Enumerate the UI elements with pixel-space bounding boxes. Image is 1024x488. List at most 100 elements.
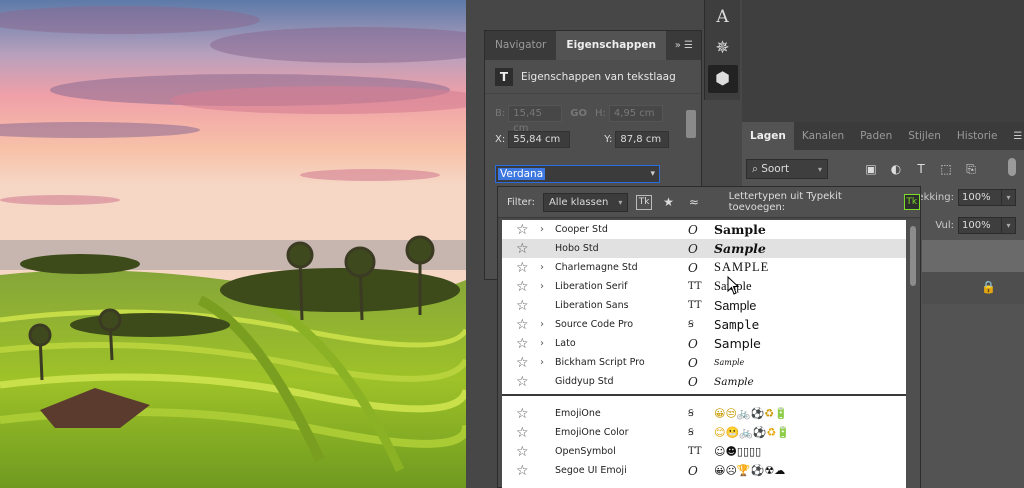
font-row[interactable]: ☆ › Liberation Serif TT Sample [502,277,906,296]
font-row[interactable]: ☆ › Lato O Sample [502,334,906,353]
font-row[interactable]: ☆ › Charlemagne Std O SAMPLE [502,258,906,277]
font-row[interactable]: ☆ › Cooper Std O Sample [502,220,906,239]
tab-channels[interactable]: Kanalen [794,122,852,150]
similar-fonts-icon[interactable]: ≈ [685,194,702,211]
filter-label: Filter: [507,196,535,208]
font-row[interactable]: ☆ EmojiOne Ꞩ 😀😒🚲⚽♻🔋 [502,404,906,423]
font-list: ☆ › Cooper Std O Sample ☆ Hobo Std O Sam… [502,220,906,488]
size-row: B: 15,45 cm GO H: 4,95 cm [495,105,663,134]
font-list-scrollbar[interactable] [906,220,920,488]
layers-tabbar: Lagen Kanalen Paden Stijlen Historie ☰ [742,122,1024,150]
font-row[interactable]: ☆ Segoe UI Emoji O 😀☹🏆⚽☢☁ [502,461,906,480]
star-icon[interactable]: ☆ [516,374,529,390]
shape-filter-icon[interactable]: ⬚ [935,162,957,176]
expand-arrow-icon[interactable]: › [540,357,544,368]
font-row[interactable]: ☆ Liberation Sans TT Sample [502,296,906,315]
font-filter-bar: Filter: Alle klassen ▾ Tk ★ ≈ Lettertype… [498,187,921,218]
text-path-glyph: A [716,7,729,27]
star-icon[interactable]: ☆ [516,406,529,422]
font-name: EmojiOne Color [555,427,629,438]
adjustment-filter-icon[interactable]: ◐ [885,162,907,176]
opentype-icon: O [688,463,698,478]
star-icon[interactable]: ☆ [516,298,529,314]
typekit-filter-icon[interactable]: Tk [636,194,652,210]
font-sample: Sample [714,317,760,332]
fill-control: Vul: 100% ▾ [935,217,1016,234]
properties-header: T Eigenschappen van tekstlaag [485,60,701,94]
star-icon[interactable]: ☆ [516,444,529,460]
star-filter-icon[interactable]: ★ [660,194,677,211]
star-icon[interactable]: ☆ [516,279,529,295]
font-sample: Sample [714,336,761,351]
star-icon[interactable]: ☆ [516,222,529,238]
height-field[interactable]: 4,95 cm [608,105,663,122]
chevron-down-icon: ▾ [650,169,655,179]
fill-field[interactable]: 100% [958,217,1002,234]
font-sample: 😀☹🏆⚽☢☁ [714,464,786,477]
font-name: Hobo Std [555,243,599,254]
layer-row[interactable]: 🔒 [922,272,1024,304]
font-family-value: Verdana [498,168,546,180]
text-path-icon[interactable]: A [708,3,738,31]
position-row: X: 55,84 cm Y: 87,8 cm [495,131,670,148]
svg-font-icon: Ꞩ [688,408,694,419]
star-icon[interactable]: ☆ [516,355,529,371]
cube-icon[interactable]: ⬢ [707,65,738,93]
tab-properties[interactable]: Eigenschappen [556,31,666,60]
opacity-field[interactable]: 100% [958,189,1002,206]
panel-menu-icon[interactable]: » ☰ [667,31,701,60]
panel-menu-icon[interactable]: ☰ [1005,122,1024,150]
star-icon[interactable]: ☆ [516,425,529,441]
font-name: Liberation Serif [555,281,628,292]
width-field[interactable]: 15,45 cm [508,105,563,134]
link-icon[interactable]: GO [570,108,587,119]
properties-title: Eigenschappen van tekstlaag [521,70,676,83]
typekit-add-button[interactable]: Tk [903,194,921,210]
font-row[interactable]: ☆ OpenSymbol TT ☺☻▯▯▯▯ [502,442,906,461]
font-row[interactable]: ☆ Hobo Std O Sample [502,239,906,258]
type-filter-icon[interactable]: T [910,162,932,176]
tab-styles[interactable]: Stijlen [900,122,949,150]
expand-arrow-icon[interactable]: › [540,281,544,292]
star-icon[interactable]: ☆ [516,241,529,257]
font-name: OpenSymbol [555,446,616,457]
chevron-down-icon[interactable]: ▾ [1002,189,1016,206]
y-field[interactable]: 87,8 cm [615,131,670,148]
opentype-icon: O [688,260,698,275]
font-row[interactable]: ☆ › Source Code Pro Ꞩ Sample [502,315,906,334]
expand-arrow-icon[interactable]: › [540,224,544,235]
expand-arrow-icon[interactable]: › [540,338,544,349]
font-family-select[interactable]: Verdana ▾ [495,165,660,183]
font-row[interactable]: ☆ EmojiOne Color Ꞩ 😊😬🚲⚽♻🔋 [502,423,906,442]
height-label: H: [594,108,606,119]
star-icon[interactable]: ☆ [516,260,529,276]
expand-arrow-icon[interactable]: › [540,319,544,330]
smart-object-filter-icon[interactable]: ⎘ [960,162,982,177]
gear-icon[interactable]: ✵ [708,34,738,62]
expand-arrow-icon[interactable]: › [540,262,544,273]
scrollbar-thumb[interactable] [910,226,916,286]
font-row[interactable]: ☆ Giddyup Std O Sample [502,372,906,391]
font-name: EmojiOne [555,408,601,419]
properties-scrollbar[interactable] [686,110,696,138]
font-name: Lato [555,338,576,349]
tab-paths[interactable]: Paden [852,122,900,150]
layer-row[interactable] [922,240,1024,272]
opentype-icon: O [688,222,698,237]
font-picker-popup: Filter: Alle klassen ▾ Tk ★ ≈ Lettertype… [497,186,921,488]
tab-navigator[interactable]: Navigator [485,31,556,60]
font-sample: Sample [714,358,745,367]
layer-kind-filter[interactable]: ⌕ Soort ▾ [746,159,828,179]
x-field[interactable]: 55,84 cm [508,131,571,148]
star-icon[interactable]: ☆ [516,463,529,479]
star-icon[interactable]: ☆ [516,317,529,333]
star-icon[interactable]: ☆ [516,336,529,352]
tab-history[interactable]: Historie [949,122,1006,150]
chevron-down-icon[interactable]: ▾ [1002,217,1016,234]
layers-scroll-handle[interactable] [1008,158,1016,176]
image-filter-icon[interactable]: ▣ [860,162,882,176]
font-row[interactable]: ☆ › Bickham Script Pro O Sample [502,353,906,372]
font-class-select[interactable]: Alle klassen ▾ [542,192,629,212]
chevron-down-icon: ▾ [817,164,822,174]
tab-layers[interactable]: Lagen [742,122,794,150]
